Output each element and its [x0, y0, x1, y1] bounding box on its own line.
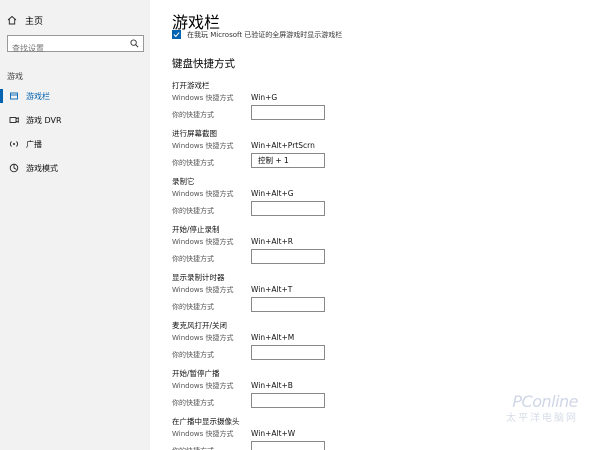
your-shortcut-label: 你的快捷方式 — [172, 255, 214, 263]
windows-shortcut-label: Windows 快捷方式 — [172, 382, 234, 390]
shortcut-group-title: 录制它 — [172, 177, 195, 186]
search-box[interactable] — [7, 35, 144, 56]
game-mode-icon — [8, 162, 20, 174]
your-shortcut-label: 你的快捷方式 — [172, 207, 214, 215]
your-shortcut-input[interactable] — [251, 441, 325, 450]
your-shortcut-label: 你的快捷方式 — [172, 351, 214, 359]
windows-shortcut-value: Win+Alt+G — [251, 189, 294, 198]
game-dvr-icon — [8, 114, 20, 126]
sidebar-item-game-bar[interactable]: 游戏栏 — [0, 88, 150, 104]
windows-shortcut-label: Windows 快捷方式 — [172, 190, 234, 198]
search-input[interactable] — [8, 41, 123, 56]
sidebar-item-game-dvr[interactable]: 游戏 DVR — [0, 112, 150, 128]
windows-shortcut-value: Win+Alt+W — [251, 429, 296, 438]
checkbox-label: 在我玩 Microsoft 已验证的全屏游戏时显示游戏栏 — [187, 30, 343, 39]
windows-shortcut-label: Windows 快捷方式 — [172, 142, 234, 150]
main-content: 游戏栏 在我玩 Microsoft 已验证的全屏游戏时显示游戏栏 键盘快捷方式 … — [150, 0, 600, 450]
windows-shortcut-value: Win+Alt+PrtScrn — [251, 141, 315, 150]
your-shortcut-label: 你的快捷方式 — [172, 446, 214, 450]
windows-shortcut-value: Win+G — [251, 93, 278, 102]
your-shortcut-input[interactable] — [251, 201, 325, 216]
your-shortcut-input[interactable] — [251, 345, 325, 360]
sidebar-item-label: 游戏栏 — [26, 91, 50, 101]
home-icon — [7, 15, 17, 25]
watermark-chinese: 太平洋电脑网 — [506, 413, 578, 424]
sidebar-section-label: 游戏 — [7, 72, 23, 81]
broadcast-icon — [8, 138, 20, 150]
your-shortcut-label: 你的快捷方式 — [172, 399, 214, 407]
shortcut-group-title: 在广播中显示摄像头 — [172, 417, 240, 426]
watermark: PConline 太平洋电脑网 — [506, 392, 579, 424]
your-shortcut-input[interactable] — [251, 249, 325, 264]
section-heading-keyboard-shortcuts: 键盘快捷方式 — [172, 58, 235, 70]
your-shortcut-label: 你的快捷方式 — [172, 111, 214, 119]
sidebar: 主页 游戏 游戏栏 游戏 DVR 广播 游戏模式 — [0, 0, 150, 450]
shortcut-group-title: 开始/停止录制 — [172, 225, 220, 234]
windows-shortcut-label: Windows 快捷方式 — [172, 286, 234, 294]
windows-shortcut-label: Windows 快捷方式 — [172, 94, 234, 102]
your-shortcut-label: 你的快捷方式 — [172, 303, 214, 311]
your-shortcut-input[interactable] — [251, 297, 325, 312]
sidebar-item-label: 广播 — [26, 139, 42, 149]
your-shortcut-input[interactable] — [251, 153, 325, 168]
sidebar-item-label: 游戏 DVR — [26, 115, 62, 125]
your-shortcut-input[interactable] — [251, 105, 325, 120]
home-link[interactable]: 主页 — [7, 13, 43, 27]
windows-shortcut-value: Win+Alt+R — [251, 237, 294, 246]
windows-shortcut-label: Windows 快捷方式 — [172, 334, 234, 342]
show-game-bar-option[interactable]: 在我玩 Microsoft 已验证的全屏游戏时显示游戏栏 — [172, 29, 342, 40]
sidebar-item-broadcast[interactable]: 广播 — [0, 136, 150, 152]
windows-shortcut-label: Windows 快捷方式 — [172, 430, 234, 438]
windows-shortcut-value: Win+Alt+B — [251, 381, 293, 390]
sidebar-item-label: 游戏模式 — [26, 163, 58, 173]
game-bar-icon — [8, 90, 20, 102]
windows-shortcut-value: Win+Alt+M — [251, 333, 295, 342]
shortcut-group-title: 打开游戏栏 — [172, 81, 210, 90]
windows-shortcut-label: Windows 快捷方式 — [172, 238, 234, 246]
search-icon[interactable] — [130, 39, 139, 48]
shortcut-group-title: 进行屏幕截图 — [172, 129, 217, 138]
shortcut-group-title: 麦克风打开/关闭 — [172, 321, 228, 330]
your-shortcut-input[interactable] — [251, 393, 325, 408]
sidebar-item-game-mode[interactable]: 游戏模式 — [0, 160, 150, 176]
shortcut-group-title: 显示录制计时器 — [172, 273, 225, 282]
your-shortcut-label: 你的快捷方式 — [172, 159, 214, 167]
checkbox-checked-icon[interactable] — [172, 30, 181, 39]
windows-shortcut-value: Win+Alt+T — [251, 285, 293, 294]
shortcut-group-title: 开始/暂停广播 — [172, 369, 220, 378]
home-label: 主页 — [25, 16, 44, 27]
